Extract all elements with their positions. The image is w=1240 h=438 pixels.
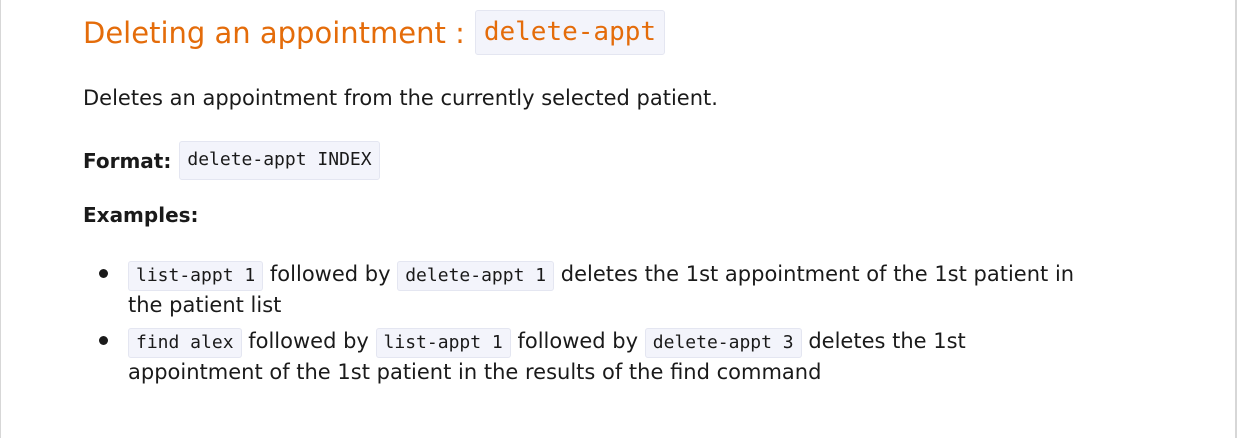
example-text: followed by <box>269 262 391 286</box>
list-item: find alex followed by list-appt 1 follow… <box>83 323 1163 386</box>
document-page: Deleting an appointment : delete-appt De… <box>0 0 1237 438</box>
example-line-continued: the patient list <box>128 293 282 317</box>
example-code: find alex <box>128 328 242 358</box>
section-heading: Deleting an appointment : delete-appt <box>83 10 666 55</box>
bullet-icon <box>99 336 108 345</box>
example-line: list-appt 1 followed by delete-appt 1 de… <box>128 256 1163 294</box>
example-code: delete-appt 3 <box>644 328 802 358</box>
format-line: Format: delete-appt INDEX <box>83 141 380 180</box>
examples-list: list-appt 1 followed by delete-appt 1 de… <box>83 256 1163 386</box>
examples-title: Examples: <box>83 203 199 227</box>
section-heading-text: Deleting an appointment : <box>83 15 465 50</box>
command-description: Deletes an appointment from the currentl… <box>83 86 718 110</box>
format-code: delete-appt INDEX <box>179 141 380 180</box>
example-line-continued: appointment of the 1st patient in the re… <box>128 360 822 384</box>
example-text: followed by <box>248 329 369 353</box>
section-heading-command: delete-appt <box>474 10 666 55</box>
bullet-icon <box>99 269 108 278</box>
example-text: deletes the 1st appointment of the 1st p… <box>560 262 1075 286</box>
example-code: list-appt 1 <box>375 328 511 358</box>
example-code: delete-appt 1 <box>397 261 555 291</box>
example-code: list-appt 1 <box>128 261 264 291</box>
example-text: followed by <box>517 329 639 353</box>
format-label: Format: <box>83 148 172 173</box>
list-item: list-appt 1 followed by delete-appt 1 de… <box>83 256 1163 319</box>
example-text: deletes the 1st <box>808 329 966 353</box>
example-line: find alex followed by list-appt 1 follow… <box>128 323 1163 361</box>
